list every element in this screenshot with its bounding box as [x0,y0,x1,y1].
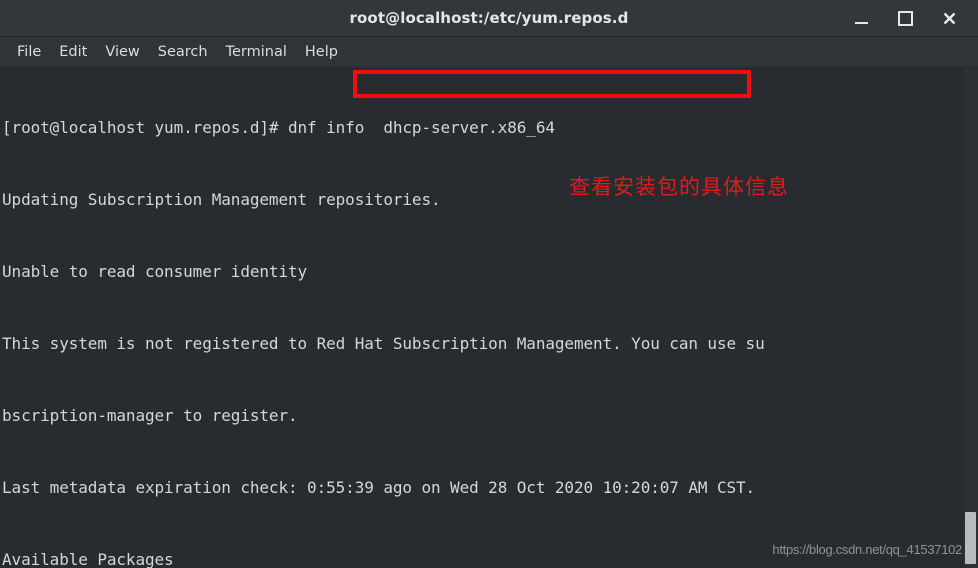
minimize-button[interactable] [840,3,882,33]
annotation-note: 查看安装包的具体信息 [569,175,789,199]
window-controls [840,0,970,36]
menu-item-search[interactable]: Search [149,42,217,62]
terminal-line: Updating Subscription Management reposit… [2,190,441,209]
terminal-line: This system is not registered to Red Hat… [2,334,765,353]
vertical-scrollbar[interactable] [962,68,978,568]
maximize-icon [897,10,913,26]
maximize-button[interactable] [884,3,926,33]
terminal-window: root@localhost:/etc/yum.repos.d File Edi… [0,0,978,568]
menu-item-terminal[interactable]: Terminal [217,42,296,62]
menu-item-help[interactable]: Help [296,42,347,62]
terminal-line: Last metadata expiration check: 0:55:39 … [2,478,756,497]
terminal-line: bscription-manager to register. [2,406,298,425]
window-title: root@localhost:/etc/yum.repos.d [349,9,629,27]
title-bar: root@localhost:/etc/yum.repos.d [0,0,978,37]
minimize-icon [854,21,868,24]
terminal-output-area[interactable]: [root@localhost yum.repos.d]# dnf info d… [0,68,978,568]
menu-bar: File Edit View Search Terminal Help [0,37,978,68]
scrollbar-thumb[interactable] [965,512,976,564]
close-icon [943,12,955,24]
terminal-line: Unable to read consumer identity [2,262,308,281]
terminal-text: [root@localhost yum.repos.d]# dnf info d… [2,68,960,568]
watermark: https://blog.csdn.net/qq_41537102 [772,542,962,557]
terminal-line: [root@localhost yum.repos.d]# dnf info d… [2,118,555,137]
menu-item-edit[interactable]: Edit [50,42,96,62]
close-button[interactable] [928,3,970,33]
menu-item-file[interactable]: File [8,42,50,62]
menu-item-view[interactable]: View [96,42,148,62]
